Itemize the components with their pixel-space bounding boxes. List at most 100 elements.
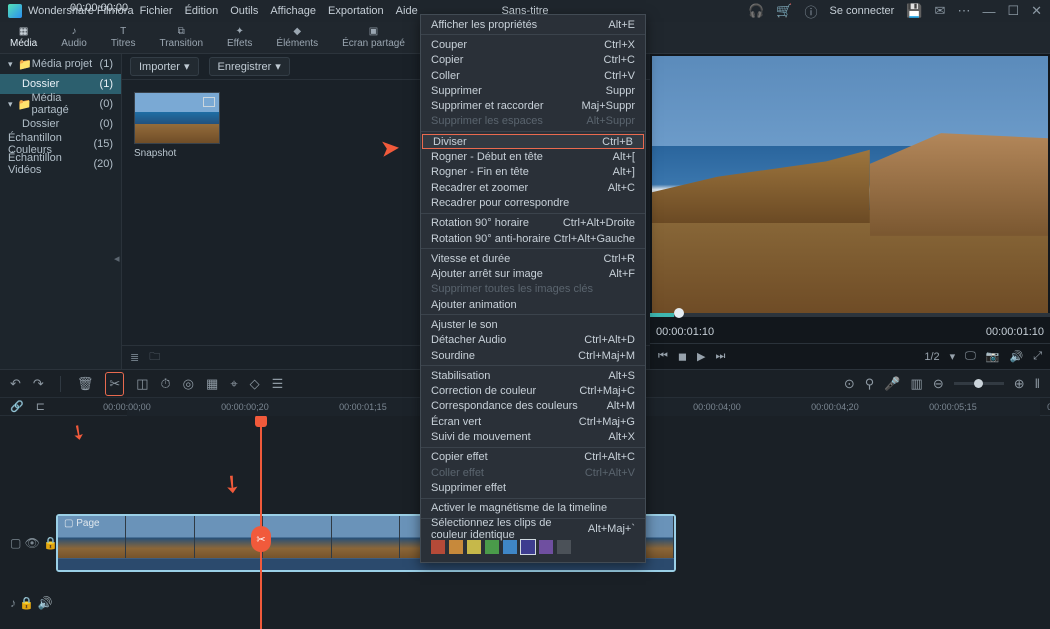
ctx-item[interactable]: Vitesse et duréeCtrl+R	[421, 251, 645, 266]
zoom-out-icon[interactable]: ⊖	[933, 376, 944, 392]
tab-transition[interactable]: ⧉Transition	[159, 26, 203, 49]
zoom-slider[interactable]	[954, 382, 1004, 385]
menu-export[interactable]: Exportation	[328, 5, 384, 17]
ctx-item[interactable]: CollerCtrl+V	[421, 68, 645, 83]
maximize-icon[interactable]: ☐	[1007, 3, 1019, 19]
fit-icon[interactable]: ‖	[1035, 376, 1040, 391]
menu-edit[interactable]: Édition	[185, 5, 219, 17]
link-icon[interactable]: 🔗	[10, 400, 24, 413]
import-button[interactable]: Importer ▾	[130, 57, 199, 76]
settings-icon[interactable]: ☰	[272, 376, 284, 392]
ctx-item[interactable]: Recadrer et zoomerAlt+C	[421, 180, 645, 195]
ctx-item[interactable]: Ajouter arrêt sur imageAlt+F	[421, 266, 645, 281]
next-frame-icon[interactable]: ⏭	[716, 350, 726, 363]
sort-icon[interactable]: ≣	[130, 351, 139, 364]
tree-folder-2[interactable]: Dossier(0)	[0, 114, 121, 134]
tree-media-project[interactable]: ▾📁 Média projet(1)	[0, 54, 121, 74]
ctx-item[interactable]: CopierCtrl+C	[421, 53, 645, 68]
close-icon[interactable]: ✕	[1031, 3, 1042, 19]
color-swatch[interactable]	[485, 540, 499, 554]
snapshot-icon[interactable]: 🖵	[965, 350, 976, 363]
message-icon[interactable]: ✉	[935, 3, 946, 19]
greenscreen-icon[interactable]: ▦	[206, 376, 218, 392]
ctx-item[interactable]: Correspondance des couleursAlt+M	[421, 399, 645, 414]
stop-icon[interactable]: ◼	[678, 350, 687, 363]
ctx-item[interactable]: Recadrer pour correspondre	[421, 195, 645, 210]
ctx-item[interactable]: Ajuster le son	[421, 317, 645, 332]
tab-media[interactable]: ▦Média	[10, 26, 37, 49]
ctx-item[interactable]: Sélectionnez les clips de couleur identi…	[421, 521, 645, 536]
ctx-item[interactable]: CouperCtrl+X	[421, 37, 645, 52]
ctx-item[interactable]: Rotation 90° horaireCtrl+Alt+Droite	[421, 216, 645, 231]
color-swatch[interactable]	[449, 540, 463, 554]
more-icon[interactable]: ⋯	[957, 3, 970, 19]
chevron-down-icon[interactable]: ▾	[950, 350, 956, 363]
menu-tools[interactable]: Outils	[230, 5, 258, 17]
info-icon[interactable]: ⓘ	[805, 2, 818, 21]
tree-shared-media[interactable]: ▾📁 Média partagé(0)	[0, 94, 121, 114]
menu-file[interactable]: Fichier	[140, 5, 173, 17]
crop-icon[interactable]: ◫	[136, 376, 148, 392]
audio-mix-icon[interactable]: ⊙	[844, 376, 855, 392]
ctx-item[interactable]: Afficher les propriétésAlt+E	[421, 17, 645, 32]
tree-sample-colors[interactable]: Échantillon Couleurs(15)	[0, 134, 121, 154]
ctx-item[interactable]: Détacher AudioCtrl+Alt+D	[421, 333, 645, 348]
audio-track-header[interactable]: ♪ 🔒 🔊	[10, 596, 53, 610]
tab-elements[interactable]: ◆Éléments	[276, 26, 318, 49]
render-icon[interactable]: ▥	[911, 376, 923, 392]
connect-button[interactable]: Se connecter	[830, 5, 895, 17]
camera-icon[interactable]: 📷	[986, 350, 1000, 363]
video-track-header[interactable]: ▢ 👁 🔒	[10, 536, 58, 550]
ctx-item[interactable]: Activer le magnétisme de la timeline	[421, 501, 645, 516]
fullscreen-icon[interactable]: ⤢	[1033, 350, 1042, 363]
ctx-item[interactable]: StabilisationAlt+S	[421, 368, 645, 383]
headphones-icon[interactable]: 🎧	[748, 3, 764, 19]
ctx-item[interactable]: Rogner - Début en têteAlt+[	[421, 149, 645, 164]
tree-folder[interactable]: Dossier(1)	[0, 74, 121, 94]
color-swatch[interactable]	[467, 540, 481, 554]
delete-icon[interactable]: 🗑	[77, 376, 94, 392]
new-folder-icon[interactable]: 🗀	[149, 348, 160, 367]
save-icon[interactable]: 💾	[906, 3, 922, 19]
magnet-icon[interactable]: ⊏	[36, 400, 45, 413]
tab-effects[interactable]: ✦Effets	[227, 26, 252, 49]
splitter-handle-icon[interactable]: ◂	[114, 252, 235, 265]
color-icon[interactable]: ◎	[183, 376, 194, 392]
menu-help[interactable]: Aide	[396, 5, 418, 17]
keyframe-icon[interactable]: ◇	[250, 376, 260, 392]
preview-scrubber[interactable]	[650, 313, 1050, 317]
ctx-item[interactable]: Suivi de mouvementAlt+X	[421, 429, 645, 444]
undo-icon[interactable]: ↶	[10, 376, 21, 392]
color-swatch[interactable]	[431, 540, 445, 554]
minimize-icon[interactable]: —	[982, 4, 995, 19]
color-swatch[interactable]	[557, 540, 571, 554]
media-thumbnail[interactable]: Snapshot	[134, 92, 220, 159]
color-swatch[interactable]	[539, 540, 553, 554]
ctx-item[interactable]: Copier effetCtrl+Alt+C	[421, 450, 645, 465]
ctx-item[interactable]: SourdineCtrl+Maj+M	[421, 348, 645, 363]
play-icon[interactable]: ▶	[697, 350, 705, 363]
split-tool-icon[interactable]: ✂	[105, 372, 124, 396]
tree-sample-videos[interactable]: Échantillon Vidéos(20)	[0, 154, 121, 174]
color-swatch[interactable]	[503, 540, 517, 554]
zoom-in-icon[interactable]: ⊕	[1014, 376, 1025, 392]
ctx-item[interactable]: Ajouter animation	[421, 297, 645, 312]
tab-splitscreen[interactable]: ▣Écran partagé	[342, 26, 405, 49]
cart-icon[interactable]: 🛒	[776, 3, 792, 19]
ctx-item[interactable]: Rogner - Fin en têteAlt+]	[421, 165, 645, 180]
ctx-item[interactable]: DiviserCtrl+B	[422, 134, 644, 149]
ctx-item[interactable]: Rotation 90° anti-horaireCtrl+Alt+Gauche	[421, 231, 645, 246]
marker-icon[interactable]: ⚲	[865, 376, 875, 392]
color-swatch[interactable]	[521, 540, 535, 554]
redo-icon[interactable]: ↷	[33, 376, 44, 392]
ctx-item[interactable]: SupprimerSuppr	[421, 83, 645, 98]
record-button[interactable]: Enregistrer ▾	[209, 57, 290, 76]
speed-icon[interactable]: ⏱	[161, 376, 171, 392]
tab-audio[interactable]: ♪Audio	[61, 26, 87, 49]
prev-frame-icon[interactable]: ⏮	[658, 350, 668, 363]
tracking-icon[interactable]: ⌖	[230, 376, 237, 392]
ctx-item[interactable]: Correction de couleurCtrl+Maj+C	[421, 384, 645, 399]
playhead[interactable]	[260, 416, 262, 629]
ctx-item[interactable]: Supprimer et raccorderMaj+Suppr	[421, 98, 645, 113]
ctx-item[interactable]: Supprimer effet	[421, 480, 645, 495]
